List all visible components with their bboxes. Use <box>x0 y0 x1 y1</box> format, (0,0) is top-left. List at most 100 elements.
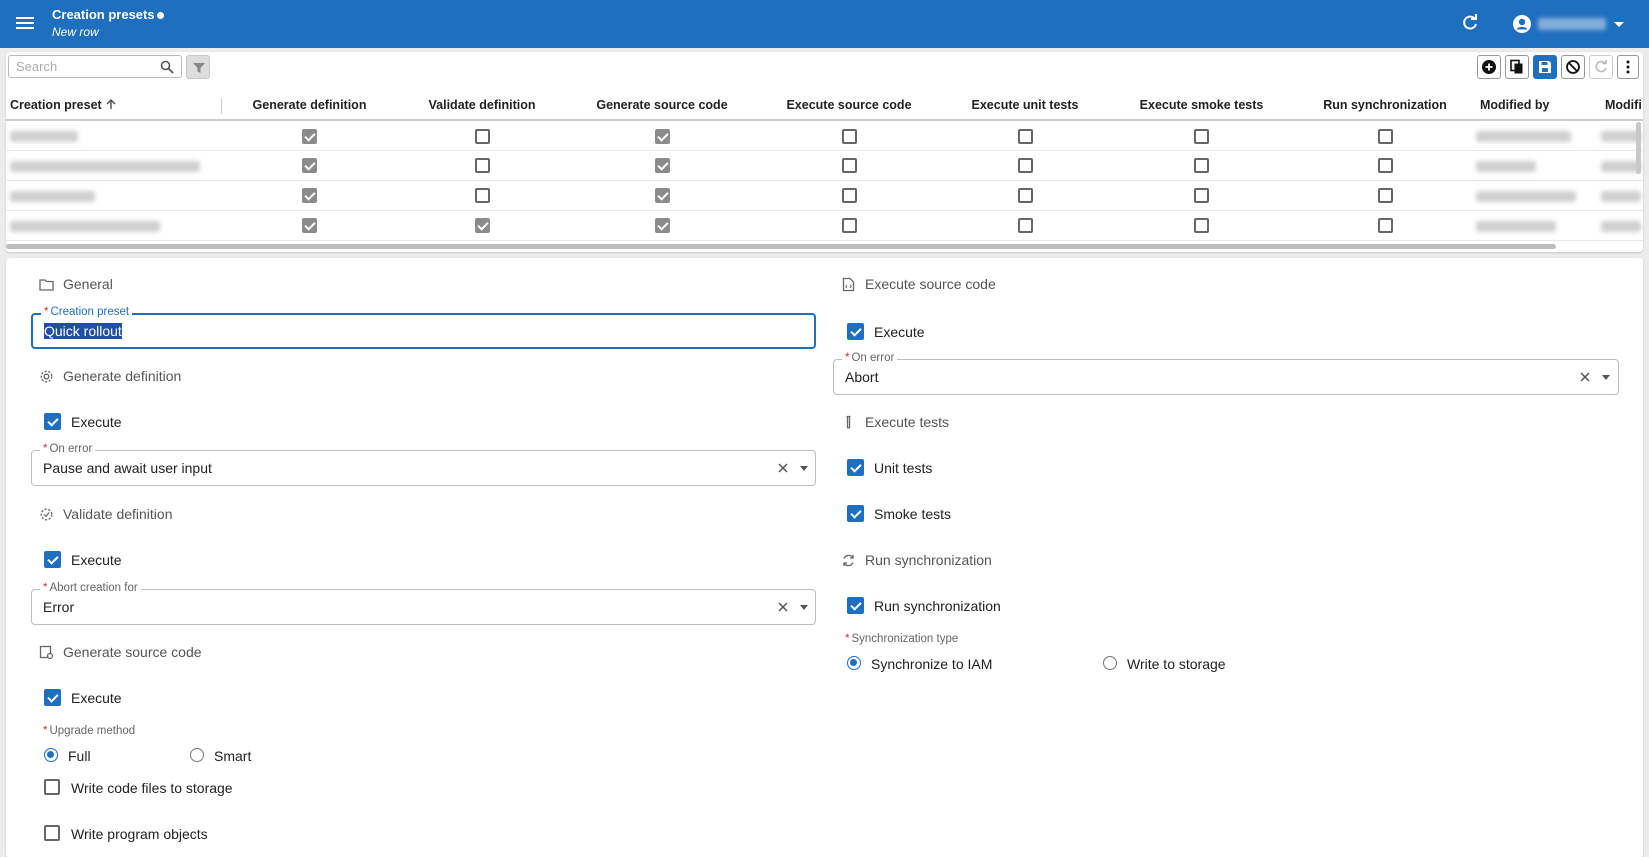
column-header[interactable]: Validate definition <box>397 90 567 121</box>
grid-checkbox <box>302 218 317 234</box>
user-menu[interactable] <box>1510 12 1630 36</box>
upgrade-method-full-radio[interactable]: Full <box>44 746 124 766</box>
gear-check-icon <box>40 508 53 521</box>
column-header[interactable]: Generate definition <box>222 90 397 121</box>
field-label: * On error <box>842 352 898 364</box>
presets-table: Creation preset Generate definition Vali… <box>6 90 1643 241</box>
save-button[interactable] <box>1533 55 1557 79</box>
write-code-files-checkbox[interactable]: Write code files to storage <box>44 778 244 798</box>
table-row[interactable] <box>6 120 1643 151</box>
vertical-scrollbar[interactable] <box>1636 122 1641 174</box>
grid-checkbox <box>1017 128 1033 144</box>
chevron-down-icon <box>1614 22 1624 27</box>
column-header[interactable]: Creation preset <box>6 90 222 121</box>
run-synchronization-checkbox[interactable]: Run synchronization <box>847 596 1007 616</box>
column-header[interactable]: Execute unit tests <box>941 90 1109 121</box>
copy-icon <box>1510 59 1523 74</box>
column-header[interactable]: Run synchronization <box>1294 90 1476 121</box>
more-vertical-icon <box>1626 60 1630 74</box>
page-subtitle: New row <box>52 25 99 39</box>
grid-checkbox <box>1377 158 1393 174</box>
abort-creation-select[interactable]: * Abort creation for Error <box>31 582 816 625</box>
preset-name-cell <box>10 131 78 143</box>
generate-definition-on-error-select[interactable]: * On error Pause and await user input <box>31 443 816 486</box>
write-program-objects-checkbox[interactable]: Write program objects <box>44 824 224 844</box>
column-header[interactable]: Execute smoke tests <box>1109 90 1294 121</box>
menu-icon[interactable] <box>14 14 36 34</box>
validate-definition-execute-checkbox[interactable]: Execute <box>44 550 164 570</box>
grid-checkbox <box>1194 218 1209 234</box>
app-bar: Creation presets New row <box>0 0 1649 48</box>
chevron-down-icon[interactable] <box>800 466 808 471</box>
refresh-icon <box>1595 60 1607 73</box>
creation-preset-field[interactable]: * Creation preset Quick rollout <box>31 306 816 349</box>
chevron-down-icon[interactable] <box>1602 375 1610 380</box>
grid-checkbox <box>1017 158 1033 174</box>
grid-checkbox <box>1377 188 1393 204</box>
horizontal-scrollbar[interactable] <box>6 244 1556 249</box>
close-icon[interactable] <box>777 462 789 474</box>
add-button[interactable] <box>1477 55 1501 79</box>
creation-preset-value: Quick rollout <box>44 323 122 339</box>
unsaved-dot-icon <box>156 12 164 20</box>
table-row[interactable] <box>6 180 1643 211</box>
modified-cell <box>1601 131 1641 143</box>
modified-by-cell <box>1476 190 1576 202</box>
column-header[interactable]: Execute source code <box>757 90 941 121</box>
field-label: * Abort creation for <box>40 582 141 594</box>
column-header[interactable]: Generate source code <box>567 90 757 121</box>
grid-checkbox <box>841 218 857 234</box>
page-title: Creation presets <box>52 7 164 22</box>
grid-checkbox <box>654 158 670 174</box>
generate-source-code-execute-checkbox[interactable]: Execute <box>44 688 164 708</box>
smoke-tests-checkbox[interactable]: Smoke tests <box>847 504 967 524</box>
search-input[interactable] <box>9 56 149 77</box>
close-icon[interactable] <box>1579 371 1591 383</box>
cancel-button[interactable] <box>1561 55 1585 79</box>
copy-button[interactable] <box>1505 55 1529 79</box>
table-row[interactable] <box>6 210 1643 241</box>
filter-button[interactable] <box>186 55 210 79</box>
upgrade-method-smart-radio[interactable]: Smart <box>190 746 280 766</box>
checkbox-checked-icon <box>847 323 864 340</box>
grid-checkbox <box>474 188 490 204</box>
column-header[interactable]: Modified by <box>1476 90 1601 121</box>
grid-checkbox <box>654 218 670 234</box>
modified-by-cell <box>1476 160 1536 172</box>
execute-source-code-execute-checkbox[interactable]: Execute <box>847 322 967 342</box>
checkbox-checked-icon <box>847 505 864 522</box>
grid-checkbox <box>474 128 490 144</box>
column-header[interactable]: Modifi <box>1601 90 1643 121</box>
account-icon <box>1513 15 1531 33</box>
preset-name-cell <box>10 190 95 202</box>
folder-icon <box>39 279 54 291</box>
code-file-icon <box>842 277 855 292</box>
unit-tests-checkbox[interactable]: Unit tests <box>847 458 967 478</box>
modified-by-cell <box>1476 220 1556 232</box>
title-text: Creation presets <box>52 7 155 22</box>
field-label: * Creation preset <box>41 306 133 318</box>
execute-source-code-on-error-select[interactable]: * On error Abort <box>833 352 1619 395</box>
more-options-button[interactable] <box>1617 55 1639 79</box>
chevron-down-icon[interactable] <box>800 605 808 610</box>
close-icon[interactable] <box>777 601 789 613</box>
table-row[interactable] <box>6 150 1643 181</box>
radio-selected-icon <box>847 656 861 670</box>
checkbox-checked-icon <box>44 689 61 706</box>
gear-icon <box>40 370 53 383</box>
synchronize-to-iam-radio[interactable]: Synchronize to IAM <box>847 654 997 674</box>
grid-checkbox <box>654 188 670 204</box>
write-to-storage-radio[interactable]: Write to storage <box>1103 654 1243 674</box>
grid-checkbox <box>1017 218 1033 234</box>
generate-definition-execute-checkbox[interactable]: Execute <box>44 412 164 432</box>
refresh-icon[interactable] <box>1460 13 1480 33</box>
filter-icon <box>193 63 205 73</box>
checkbox-checked-icon <box>847 459 864 476</box>
search-icon[interactable] <box>160 60 174 74</box>
field-label: * On error <box>40 443 96 455</box>
grid-checkbox <box>1017 188 1033 204</box>
grid-checkbox <box>654 128 670 144</box>
modified-by-cell <box>1476 131 1571 143</box>
grid-checkbox <box>841 158 857 174</box>
reload-button[interactable] <box>1589 55 1613 79</box>
